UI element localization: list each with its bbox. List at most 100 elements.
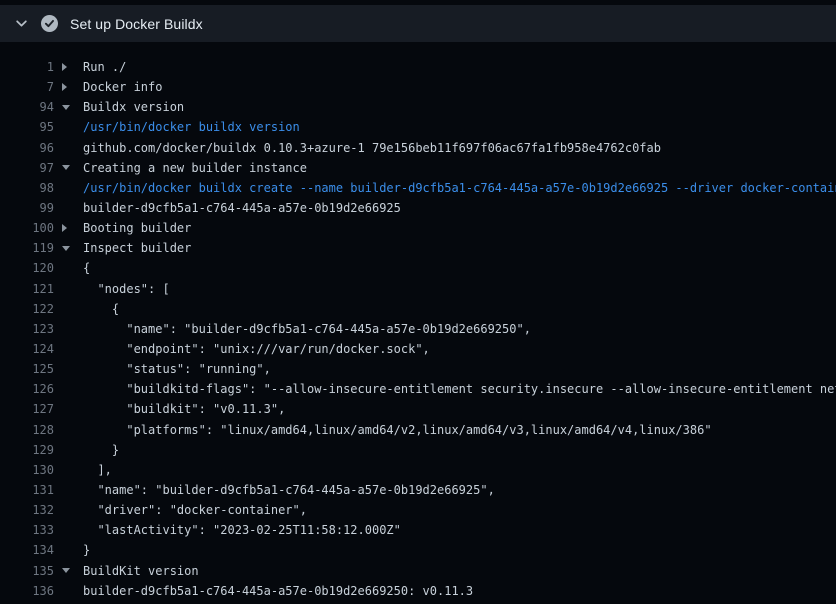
log-line: 121 "nodes": [ — [0, 279, 836, 299]
line-number[interactable]: 133 — [0, 520, 54, 540]
line-number[interactable]: 136 — [0, 581, 54, 601]
output-text: "lastActivity": "2023-02-25T11:58:12.000… — [83, 520, 401, 540]
collapse-arrow-icon[interactable] — [62, 246, 70, 251]
arrow-slot[interactable] — [54, 83, 83, 91]
output-text: "name": "builder-d9cfb5a1-c764-445a-a57e… — [83, 480, 495, 500]
line-number[interactable]: 131 — [0, 480, 54, 500]
group-title: Run ./ — [83, 57, 126, 77]
expand-arrow-icon[interactable] — [62, 63, 67, 71]
line-number[interactable]: 94 — [0, 97, 54, 117]
line-number[interactable]: 126 — [0, 379, 54, 399]
line-number[interactable]: 97 — [0, 158, 54, 178]
log-line: 127 "buildkit": "v0.11.3", — [0, 399, 836, 419]
output-text: "status": "running", — [83, 359, 271, 379]
log-line: 99 builder-d9cfb5a1-c764-445a-a57e-0b19d2… — [0, 198, 836, 218]
expand-arrow-icon[interactable] — [62, 83, 67, 91]
line-number[interactable]: 129 — [0, 440, 54, 460]
log-line: 130 ], — [0, 460, 836, 480]
log-line: 128 "platforms": "linux/amd64,linux/amd6… — [0, 420, 836, 440]
group-title: Docker info — [83, 77, 162, 97]
line-number[interactable]: 100 — [0, 218, 54, 238]
log-line: 136 builder-d9cfb5a1-c764-445a-a57e-0b19d… — [0, 581, 836, 601]
log-group-line[interactable]: 7 Docker info — [0, 77, 836, 97]
chevron-down-icon[interactable] — [14, 17, 28, 31]
line-number[interactable]: 123 — [0, 319, 54, 339]
output-text: { — [83, 258, 90, 278]
log-group-line[interactable]: 119 Inspect builder — [0, 238, 836, 258]
output-text: "driver": "docker-container", — [83, 500, 307, 520]
command-text: /usr/bin/docker buildx version — [83, 117, 300, 137]
line-number[interactable]: 122 — [0, 299, 54, 319]
log-line: 123 "name": "builder-d9cfb5a1-c764-445a-… — [0, 319, 836, 339]
log-line: 129 } — [0, 440, 836, 460]
output-text: "endpoint": "unix:///var/run/docker.sock… — [83, 339, 430, 359]
command-text: /usr/bin/docker buildx create --name bui… — [83, 178, 836, 198]
output-text: } — [83, 440, 119, 460]
line-number[interactable]: 125 — [0, 359, 54, 379]
log-line: 133 "lastActivity": "2023-02-25T11:58:12… — [0, 520, 836, 540]
output-text: } — [83, 540, 90, 560]
group-title: Creating a new builder instance — [83, 158, 307, 178]
output-text: "buildkitd-flags": "--allow-insecure-ent… — [83, 379, 836, 399]
log-viewer: 1Run ./7Docker info94Buildx version95/us… — [0, 57, 836, 601]
step-title: Set up Docker Buildx — [70, 16, 203, 32]
output-text: "nodes": [ — [83, 279, 170, 299]
log-line: 95/usr/bin/docker buildx version — [0, 117, 836, 137]
log-group-line[interactable]: 100 Booting builder — [0, 218, 836, 238]
line-number[interactable]: 120 — [0, 258, 54, 278]
group-title: Inspect builder — [83, 238, 191, 258]
group-title: BuildKit version — [83, 561, 199, 581]
log-line: 96 github.com/docker/buildx 0.10.3+azure-… — [0, 138, 836, 158]
line-number[interactable]: 124 — [0, 339, 54, 359]
line-number[interactable]: 99 — [0, 198, 54, 218]
collapse-arrow-icon[interactable] — [62, 105, 70, 110]
group-title: Booting builder — [83, 218, 191, 238]
output-text: { — [83, 299, 119, 319]
arrow-slot[interactable] — [54, 105, 83, 110]
output-text: ], — [83, 460, 112, 480]
line-number[interactable]: 135 — [0, 561, 54, 581]
line-number[interactable]: 132 — [0, 500, 54, 520]
line-number[interactable]: 128 — [0, 420, 54, 440]
log-line: 134} — [0, 540, 836, 560]
log-line: 132 "driver": "docker-container", — [0, 500, 836, 520]
line-number[interactable]: 134 — [0, 540, 54, 560]
line-number[interactable]: 1 — [0, 57, 54, 77]
output-text: "buildkit": "v0.11.3", — [83, 399, 285, 419]
output-text: "name": "builder-d9cfb5a1-c764-445a-a57e… — [83, 319, 531, 339]
arrow-slot[interactable] — [54, 224, 83, 232]
output-text: builder-d9cfb5a1-c764-445a-a57e-0b19d2e6… — [83, 198, 401, 218]
collapse-arrow-icon[interactable] — [62, 165, 70, 170]
expand-arrow-icon[interactable] — [62, 224, 67, 232]
arrow-slot[interactable] — [54, 165, 83, 170]
arrow-slot[interactable] — [54, 246, 83, 251]
output-text: builder-d9cfb5a1-c764-445a-a57e-0b19d2e6… — [83, 581, 473, 601]
line-number[interactable]: 119 — [0, 238, 54, 258]
log-line: 131 "name": "builder-d9cfb5a1-c764-445a-… — [0, 480, 836, 500]
output-text: github.com/docker/buildx 0.10.3+azure-1 … — [83, 138, 661, 158]
line-number[interactable]: 95 — [0, 117, 54, 137]
arrow-slot[interactable] — [54, 568, 83, 573]
log-line: 126 "buildkitd-flags": "--allow-insecure… — [0, 379, 836, 399]
log-line: 124 "endpoint": "unix:///var/run/docker.… — [0, 339, 836, 359]
log-line: 120 { — [0, 258, 836, 278]
line-number[interactable]: 130 — [0, 460, 54, 480]
line-number[interactable]: 127 — [0, 399, 54, 419]
log-line: 122 { — [0, 299, 836, 319]
output-text: "platforms": "linux/amd64,linux/amd64/v2… — [83, 420, 712, 440]
arrow-slot[interactable] — [54, 63, 83, 71]
line-number[interactable]: 96 — [0, 138, 54, 158]
check-circle-icon — [41, 15, 58, 32]
log-group-line[interactable]: 135 BuildKit version — [0, 561, 836, 581]
line-number[interactable]: 7 — [0, 77, 54, 97]
log-group-line[interactable]: 97 Creating a new builder instance — [0, 158, 836, 178]
log-group-line[interactable]: 1 Run ./ — [0, 57, 836, 77]
step-header[interactable]: Set up Docker Buildx — [0, 5, 836, 42]
group-title: Buildx version — [83, 97, 184, 117]
log-group-line[interactable]: 94 Buildx version — [0, 97, 836, 117]
collapse-arrow-icon[interactable] — [62, 568, 70, 573]
log-line: 125 "status": "running", — [0, 359, 836, 379]
line-number[interactable]: 98 — [0, 178, 54, 198]
line-number[interactable]: 121 — [0, 279, 54, 299]
log-line: 98/usr/bin/docker buildx create --name b… — [0, 178, 836, 198]
